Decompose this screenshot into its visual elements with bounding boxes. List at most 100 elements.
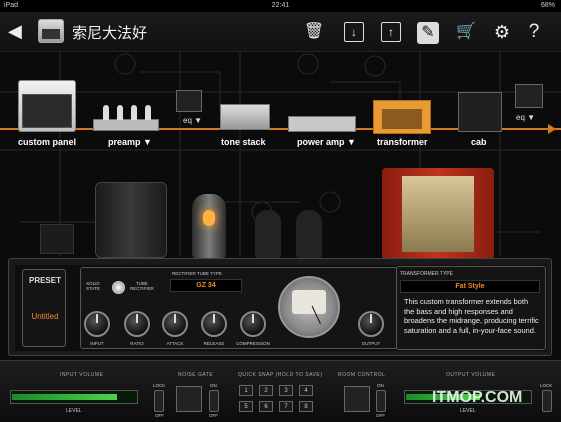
input-level-label: LEVEL (66, 408, 82, 414)
preset-name[interactable]: Untitled (23, 312, 67, 321)
room-control-pedal[interactable] (344, 386, 370, 412)
snap-button-6[interactable]: 6 (259, 401, 273, 412)
snap-button-4[interactable]: 4 (299, 385, 313, 396)
transformer-module[interactable] (373, 100, 431, 134)
output-knob-label: OUTPUT (361, 341, 381, 346)
output-volume-title: OUTPUT VOLUME (446, 372, 496, 378)
tube-icon (145, 105, 151, 120)
back-arrow-icon[interactable]: ◀ (8, 21, 28, 41)
input-volume-title: INPUT VOLUME (60, 372, 104, 378)
rectifier-title: RECTIFIER TUBE TYPE (172, 271, 222, 276)
rectifier-toggle-switch[interactable] (112, 281, 125, 294)
tube-icon (131, 105, 137, 120)
tube-image (296, 210, 322, 258)
lock-label: LOCK (153, 383, 166, 388)
transformer-core-image (402, 176, 474, 252)
tube-icon (117, 105, 123, 120)
tone-stack-module[interactable] (220, 104, 270, 130)
custom-panel-module[interactable] (18, 80, 76, 132)
edit-icon[interactable]: ✎ (417, 22, 439, 44)
preset-title[interactable]: 索尼大法好 (72, 22, 147, 43)
eq-module-1[interactable] (176, 90, 202, 112)
top-toolbar: ◀ 索尼大法好 🗑 ↓ ↑ ✎ 🛒 ⚙ ? (0, 12, 561, 52)
input-volume-meter[interactable] (10, 390, 138, 404)
noise-gate-switch[interactable] (209, 390, 219, 412)
module-label-tone-stack[interactable]: tone stack (221, 137, 266, 147)
vu-meter (278, 276, 340, 338)
eq-label-1[interactable]: eq ▼ (183, 116, 202, 125)
input-level-fill (12, 394, 118, 400)
tube-glow (203, 210, 215, 226)
power-amp-module[interactable] (288, 116, 356, 132)
snap-button-7[interactable]: 7 (279, 401, 293, 412)
output-knob[interactable] (358, 311, 384, 337)
knob-label: COMPRESSION (236, 341, 270, 346)
vu-meter-face (292, 290, 326, 325)
export-icon[interactable]: ↑ (381, 22, 401, 42)
status-bar: iPad 22:41 68% (0, 0, 561, 12)
trash-icon[interactable]: 🗑 (302, 20, 326, 44)
gear-icon[interactable]: ⚙ (490, 20, 514, 44)
knob-label: INPUT (90, 341, 104, 346)
module-label-power-amp[interactable]: power amp ▼ (297, 137, 356, 147)
clock: 22:41 (271, 2, 290, 9)
snap-button-3[interactable]: 3 (279, 385, 293, 396)
output-lock-switch[interactable] (542, 390, 552, 412)
transformer-type-display[interactable]: Fat Style (400, 280, 540, 293)
amp-grille (22, 94, 72, 128)
module-label-custom-panel[interactable]: custom panel (18, 137, 76, 147)
on-label: ON (377, 383, 384, 388)
amp-hardware-stage (0, 162, 561, 262)
preamp-module[interactable] (93, 103, 159, 131)
compression-knob[interactable] (240, 311, 266, 337)
noise-gate-title: NOISE GATE (178, 372, 214, 378)
attack-knob[interactable] (162, 311, 188, 337)
lock-label: LOCK (540, 383, 553, 388)
knob-label: ATTACK (166, 341, 184, 346)
off-label: OFF (209, 413, 218, 418)
preamp-chassis (93, 119, 159, 131)
room-control-switch[interactable] (376, 390, 386, 412)
transformer-type-title: TRANSFORMER TYPE (400, 271, 453, 277)
import-icon[interactable]: ↓ (344, 22, 364, 42)
transformer-core (382, 109, 422, 129)
knob-label: RATIO (130, 341, 144, 346)
power-transformer-image (95, 182, 167, 258)
transformer-description: This custom transformer extends both the… (404, 297, 539, 335)
rectifier-tube-image (192, 194, 226, 258)
vu-needle (311, 305, 321, 325)
eq-module-2[interactable] (515, 84, 543, 108)
amp-thumbnail-icon[interactable] (38, 19, 64, 43)
snap-button-2[interactable]: 2 (259, 385, 273, 396)
input-lock-switch[interactable] (154, 390, 164, 412)
tube-icon (103, 105, 109, 120)
tube-rectifier-label: TUBE RECTIFIER (130, 281, 154, 291)
watermark-text: ITMOP.COM (432, 389, 523, 406)
module-label-cab[interactable]: cab (471, 137, 487, 147)
release-knob[interactable] (201, 311, 227, 337)
snap-button-5[interactable]: 5 (239, 401, 253, 412)
battery-level: 68% (540, 2, 555, 9)
capacitor-image (40, 224, 74, 254)
cart-icon[interactable]: 🛒 (454, 20, 478, 44)
knob-label: RELEASE (203, 341, 225, 346)
preset-box[interactable]: PRESET Untitled (22, 269, 66, 347)
rectifier-type-display[interactable]: GZ 34 (170, 279, 242, 292)
module-label-preamp[interactable]: preamp ▼ (108, 137, 152, 147)
preset-label: PRESET (28, 276, 61, 285)
snap-button-1[interactable]: 1 (239, 385, 253, 396)
on-label: ON (210, 383, 217, 388)
quick-snap-title: QUICK SNAP (HOLD TO SAVE) (238, 372, 323, 378)
module-label-transformer[interactable]: transformer (377, 137, 428, 147)
chain-arrow-icon (548, 124, 556, 134)
eq-label-2[interactable]: eq ▼ (516, 113, 535, 122)
solid-state-label: SOLID STATE (86, 281, 100, 291)
input-knob[interactable] (84, 311, 110, 337)
snap-button-8[interactable]: 8 (299, 401, 313, 412)
cab-module[interactable] (458, 92, 502, 132)
tube-image (255, 210, 281, 258)
output-level-label: LEVEL (460, 408, 476, 414)
help-button[interactable]: ? (522, 20, 546, 44)
ratio-knob[interactable] (124, 311, 150, 337)
noise-gate-pedal[interactable] (176, 386, 202, 412)
